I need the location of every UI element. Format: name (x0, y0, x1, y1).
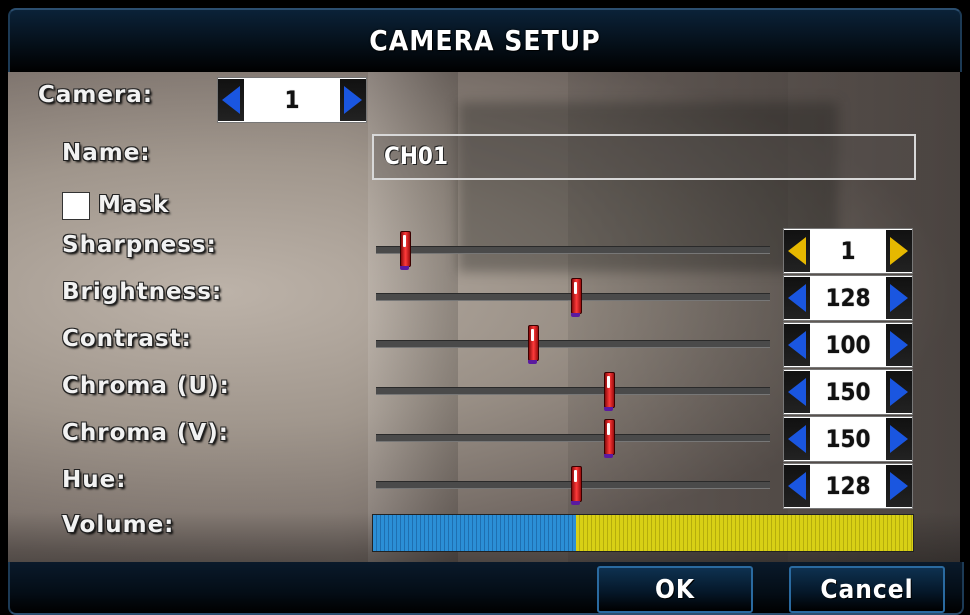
slider-thumb[interactable] (570, 466, 582, 505)
arrow-left-icon (222, 86, 240, 114)
slider-label: Hue: (62, 467, 127, 493)
slider-track[interactable] (376, 466, 770, 505)
slider-thumb[interactable] (570, 278, 582, 317)
slider-track[interactable] (376, 372, 770, 411)
slider-value-spinner: 1 (783, 228, 913, 274)
slider-label: Sharpness: (62, 232, 217, 258)
slider-thumb[interactable] (527, 325, 539, 364)
arrow-right-icon (890, 425, 908, 453)
slider-value-spinner: 150 (783, 369, 913, 415)
mask-checkbox[interactable] (62, 192, 90, 220)
slider-label: Chroma (U): (62, 373, 230, 399)
slider-label: Chroma (V): (62, 420, 229, 446)
decrement-button[interactable] (784, 277, 810, 319)
slider-label: Brightness: (62, 279, 223, 305)
slider-value: 1 (840, 237, 856, 265)
arrow-right-icon (890, 237, 908, 265)
volume-remaining (575, 515, 913, 551)
cancel-button[interactable]: Cancel (789, 566, 945, 613)
slider-value-spinner: 150 (783, 416, 913, 462)
arrow-left-icon (788, 284, 806, 312)
increment-button[interactable] (886, 465, 912, 507)
slider-value: 128 (825, 472, 871, 500)
decrement-button[interactable] (784, 230, 810, 272)
decrement-button[interactable] (784, 371, 810, 413)
slider-value-spinner: 100 (783, 322, 913, 368)
arrow-right-icon (890, 284, 908, 312)
camera-value: 1 (284, 86, 300, 114)
slider-value-spinner: 128 (783, 275, 913, 321)
slider-label: Contrast: (62, 326, 192, 352)
camera-setup-dialog: CAMERA SETUP Camera: 1 Name: CH01 Mask S… (0, 0, 970, 615)
name-input[interactable]: CH01 (372, 134, 916, 180)
slider-track[interactable] (376, 419, 770, 458)
arrow-left-icon (788, 237, 806, 265)
arrow-right-icon (890, 472, 908, 500)
arrow-right-icon (890, 378, 908, 406)
slider-thumb[interactable] (604, 372, 616, 411)
slider-value: 150 (825, 378, 871, 406)
slider-track[interactable] (376, 325, 770, 364)
arrow-left-icon (788, 425, 806, 453)
slider-track[interactable] (376, 231, 770, 270)
camera-selector: 1 (217, 77, 367, 123)
slider-value: 128 (825, 284, 871, 312)
volume-level-fill (373, 515, 576, 551)
slider-thumb[interactable] (604, 419, 616, 458)
arrow-left-icon (788, 378, 806, 406)
arrow-right-icon (344, 86, 362, 114)
camera-prev-button[interactable] (218, 79, 244, 121)
slider-value: 100 (825, 331, 871, 359)
increment-button[interactable] (886, 324, 912, 366)
increment-button[interactable] (886, 418, 912, 460)
increment-button[interactable] (886, 230, 912, 272)
camera-label: Camera: (38, 82, 154, 108)
increment-button[interactable] (886, 277, 912, 319)
title-bar: CAMERA SETUP (8, 8, 962, 72)
name-label: Name: (62, 140, 151, 166)
name-input-value: CH01 (384, 142, 448, 170)
increment-button[interactable] (886, 371, 912, 413)
mask-label: Mask (98, 192, 170, 218)
ok-button[interactable]: OK (597, 566, 753, 613)
dialog-title: CAMERA SETUP (369, 24, 601, 57)
arrow-left-icon (788, 331, 806, 359)
decrement-button[interactable] (784, 465, 810, 507)
slider-value-spinner: 128 (783, 463, 913, 509)
camera-next-button[interactable] (340, 79, 366, 121)
slider-value: 150 (825, 425, 871, 453)
arrow-left-icon (788, 472, 806, 500)
volume-bar[interactable] (372, 514, 914, 552)
slider-track[interactable] (376, 278, 770, 317)
decrement-button[interactable] (784, 418, 810, 460)
volume-label: Volume: (62, 512, 175, 538)
decrement-button[interactable] (784, 324, 810, 366)
arrow-right-icon (890, 331, 908, 359)
slider-thumb[interactable] (399, 231, 411, 270)
